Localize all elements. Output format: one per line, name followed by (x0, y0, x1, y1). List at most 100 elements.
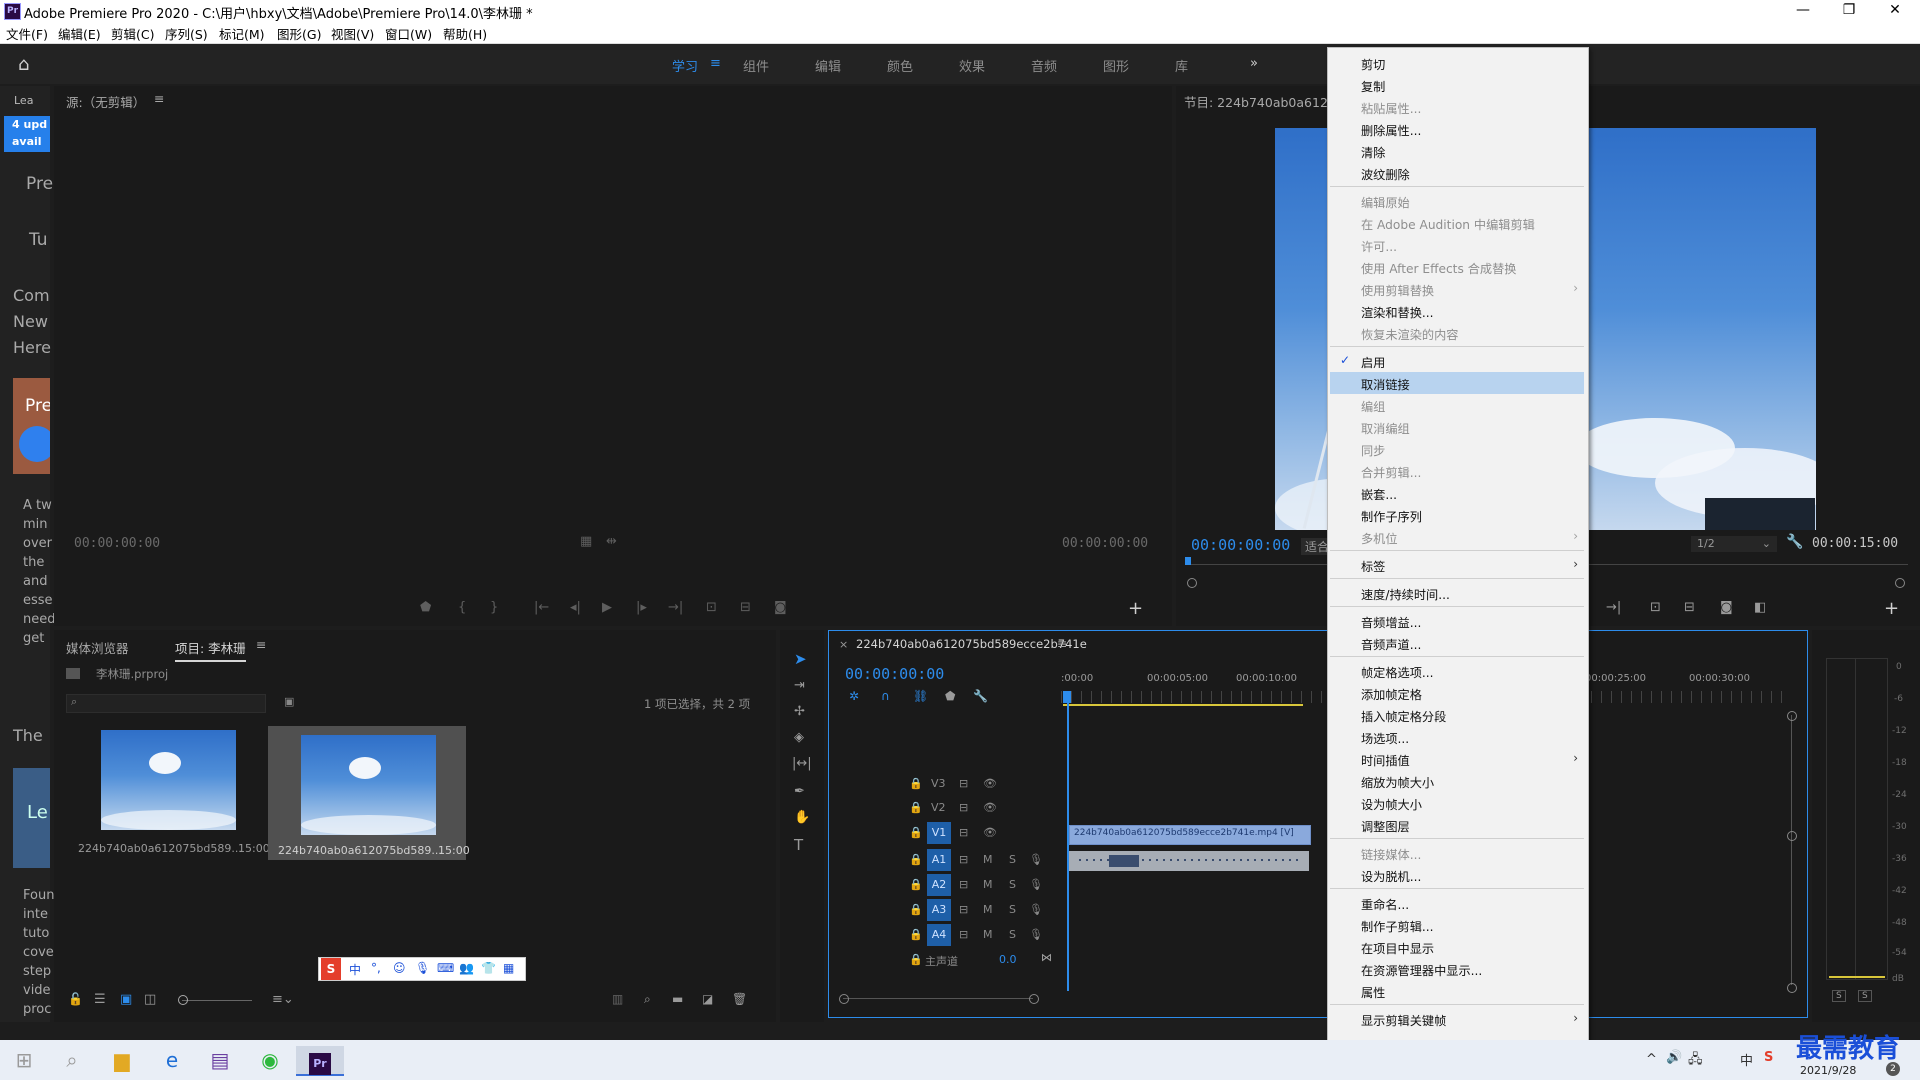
ripple-edit-tool-icon[interactable]: ✢ (794, 704, 805, 719)
context-menu-item[interactable]: 调整图层 (1361, 817, 1410, 835)
zoom-handle-right[interactable] (1895, 578, 1905, 588)
zoom-slider-handle[interactable] (178, 995, 188, 1005)
project-item[interactable]: 224b740ab0a612075bd589... 15:00 (68, 726, 270, 860)
microphone-icon[interactable]: 🎙 (1029, 853, 1043, 866)
project-item-selected[interactable]: 224b740ab0a612075bd589... 15:00 (268, 726, 470, 860)
context-menu-item[interactable]: 速度/持续时间... (1361, 585, 1450, 603)
track-header-a2[interactable]: 🔒 A2 ⊟ M S 🎙 (869, 874, 1105, 898)
context-menu-item[interactable]: 场选项... (1361, 729, 1409, 747)
lock-icon[interactable]: 🔒 (909, 826, 923, 839)
lock-icon[interactable]: 🔒 (909, 853, 923, 866)
work-area-bar[interactable] (1063, 704, 1303, 706)
context-menu-item[interactable]: 添加帧定格 (1361, 685, 1422, 703)
freeform-view-icon[interactable]: ◫ (144, 992, 156, 1007)
sogou-tray-icon[interactable]: S (1764, 1050, 1773, 1065)
step-forward-icon[interactable]: |▸ (636, 600, 647, 615)
zoom-handle-left[interactable] (1187, 578, 1197, 588)
lock-icon[interactable]: 🔒 (909, 928, 923, 941)
scroll-handle[interactable] (1787, 831, 1797, 841)
ime-toolbar[interactable]: S 中 °, ☺ 🎙 ⌨ 👥 👕 ▦ (318, 957, 526, 981)
context-menu-item[interactable]: 复制 (1361, 77, 1385, 95)
sync-lock-icon[interactable]: ⊟ (959, 853, 968, 866)
edge-icon[interactable]: e (152, 1046, 192, 1074)
new-item-icon[interactable]: ◪ (702, 992, 713, 1006)
tutorial-thumbnail[interactable]: Le (13, 768, 50, 868)
microphone-icon[interactable]: 🎙 (1029, 903, 1043, 916)
pen-tool-icon[interactable]: ✒ (794, 784, 805, 799)
context-menu-item[interactable]: 插入帧定格分段 (1361, 707, 1446, 725)
ime-users-icon[interactable]: 👥 (459, 961, 474, 975)
zoom-slider[interactable] (182, 1000, 252, 1001)
extract-icon[interactable]: ⊟ (1684, 600, 1695, 615)
export-frame-icon[interactable]: ◙ (774, 600, 787, 615)
ime-toolbox-icon[interactable]: ▦ (503, 961, 514, 975)
menu-marker[interactable]: 标记(M) (219, 24, 265, 43)
tab-project[interactable]: 项目: 李林珊 (175, 638, 246, 662)
workspace-graphics[interactable]: 图形 (1103, 56, 1129, 75)
zoom-handle-right[interactable] (1029, 994, 1039, 1004)
go-to-in-icon[interactable]: |← (534, 600, 549, 615)
track-header-master[interactable]: 🔒 主声道 0.0 (869, 949, 1105, 973)
solo-button[interactable]: S (1009, 903, 1016, 916)
menu-file[interactable]: 文件(F) (6, 24, 48, 43)
wrench-icon[interactable]: 🔧 (1786, 534, 1803, 550)
menu-graphics[interactable]: 图形(G) (277, 24, 321, 43)
slip-tool-icon[interactable]: |↔| (792, 756, 812, 771)
sync-lock-icon[interactable]: ⊟ (959, 826, 968, 839)
type-tool-icon[interactable]: T (794, 836, 803, 854)
lift-icon[interactable]: ⊡ (1650, 600, 1661, 615)
add-button-icon[interactable]: + (1884, 598, 1899, 619)
audio-clip[interactable] (1069, 851, 1309, 871)
track-label[interactable]: A2 (927, 874, 951, 896)
solo-button[interactable]: S (1009, 928, 1016, 941)
volume-icon[interactable]: 🔊 (1666, 1050, 1682, 1065)
ime-skin-icon[interactable]: 👕 (481, 961, 496, 975)
panel-menu-icon[interactable]: ≡ (256, 637, 266, 652)
eye-icon[interactable]: 👁 (983, 777, 997, 790)
nest-toggle-icon[interactable]: ✲ (849, 689, 859, 703)
context-menu-item[interactable]: 在项目中显示 (1361, 939, 1434, 957)
context-menu-item[interactable]: 帧定格选项... (1361, 663, 1434, 681)
ime-keyboard-icon[interactable]: ⌨ (437, 961, 454, 975)
context-menu-item[interactable]: 清除 (1361, 143, 1385, 161)
workspace-more-icon[interactable]: » (1250, 56, 1258, 71)
update-badge[interactable]: 4 upd avail (4, 116, 50, 152)
context-menu-item[interactable]: 删除属性... (1361, 121, 1421, 139)
workspace-learning[interactable]: 学习 (672, 56, 698, 75)
sync-lock-icon[interactable]: ⊟ (959, 903, 968, 916)
tab-media-browser[interactable]: 媒体浏览器 (66, 638, 129, 657)
notification-count[interactable]: 2 (1886, 1062, 1900, 1076)
track-label[interactable]: V1 (927, 822, 951, 844)
context-menu-item[interactable]: 制作子剪辑... (1361, 917, 1434, 935)
find-icon[interactable]: ⌕ (644, 992, 651, 1007)
sync-lock-icon[interactable]: ⊟ (959, 878, 968, 891)
export-frame-icon[interactable]: ◙ (1720, 600, 1733, 615)
icon-view-icon[interactable]: ▣ (120, 992, 132, 1007)
comparison-view-icon[interactable]: ◧ (1754, 600, 1766, 615)
winrar-icon[interactable]: ▤ (200, 1046, 240, 1074)
menu-edit[interactable]: 编辑(E) (58, 24, 101, 43)
master-volume-value[interactable]: 0.0 (999, 953, 1017, 966)
vertical-scrollbar[interactable] (1791, 715, 1792, 985)
selection-tool-icon[interactable]: ➤ (794, 650, 807, 668)
track-label[interactable]: V2 (931, 801, 946, 814)
menu-view[interactable]: 视图(V) (331, 24, 374, 43)
network-icon[interactable]: 🖧 (1688, 1050, 1703, 1072)
context-menu-item[interactable]: 剪切 (1361, 55, 1385, 73)
track-header-v2[interactable]: 🔒 V2 ⊟ 👁 (869, 797, 1105, 821)
context-menu-item[interactable]: 标签 (1361, 557, 1385, 575)
menu-window[interactable]: 窗口(W) (385, 24, 432, 43)
file-explorer-icon[interactable]: ▆ (102, 1046, 142, 1074)
panel-menu-icon[interactable]: ≡ (1057, 636, 1067, 651)
lock-icon[interactable]: 🔒 (909, 953, 923, 966)
sort-icon[interactable]: ≡⌄ (272, 992, 294, 1007)
tray-chevron-icon[interactable]: ^ (1646, 1052, 1657, 1067)
track-label[interactable]: V3 (931, 777, 946, 790)
ime-voice-icon[interactable]: 🎙 (415, 961, 430, 975)
go-to-end-icon[interactable]: ⋈ (1041, 951, 1052, 964)
add-button-icon[interactable]: + (1128, 598, 1143, 619)
context-menu-item[interactable]: 取消链接 (1361, 375, 1410, 393)
close-button[interactable]: ✕ (1872, 0, 1918, 22)
mute-button[interactable]: M (983, 903, 993, 916)
workspace-effects[interactable]: 效果 (959, 56, 985, 75)
